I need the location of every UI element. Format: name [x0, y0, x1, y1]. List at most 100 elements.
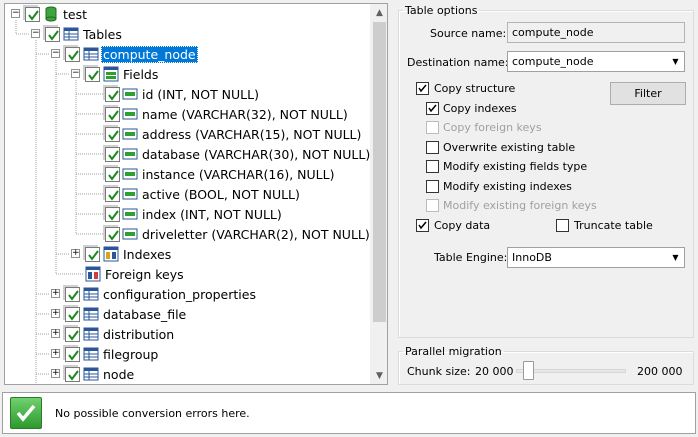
- collapse-icon[interactable]: −: [31, 29, 40, 38]
- table-icon: [83, 367, 99, 381]
- node-checkbox[interactable]: [45, 27, 60, 42]
- dropdown-arrow-icon[interactable]: ▼: [667, 248, 684, 267]
- fields-icon: [103, 66, 119, 82]
- field-icon: [122, 168, 138, 180]
- collapse-icon[interactable]: −: [11, 9, 20, 18]
- table-icon: [83, 347, 99, 361]
- modify-existing-fields-type-checkbox[interactable]: [426, 160, 439, 173]
- tree-node-label: index (INT, NOT NULL): [142, 207, 282, 222]
- tree-node-field[interactable]: instance (VARCHAR(16), NULL): [5, 164, 370, 184]
- modify-existing-foreign-keys-checkbox: [426, 199, 439, 212]
- node-checkbox[interactable]: [65, 347, 80, 362]
- tree-node-tables[interactable]: − Tables: [5, 24, 370, 44]
- tree-node-field[interactable]: database (VARCHAR(30), NOT NULL): [5, 144, 370, 164]
- expand-icon[interactable]: +: [51, 329, 60, 338]
- copy-data-label: Copy data: [434, 219, 491, 232]
- node-checkbox[interactable]: [105, 107, 120, 122]
- tree-node-field[interactable]: id (INT, NOT NULL): [5, 84, 370, 104]
- node-checkbox[interactable]: [105, 187, 120, 202]
- expand-icon[interactable]: +: [51, 369, 60, 378]
- tree-node-table[interactable]: + database_file: [5, 304, 370, 324]
- expand-icon[interactable]: +: [51, 309, 60, 318]
- table-engine-combo[interactable]: InnoDB ▼: [507, 247, 685, 268]
- chunk-size-slider-thumb[interactable]: [522, 361, 534, 380]
- tree-node-label: id (INT, NOT NULL): [142, 87, 259, 102]
- tree-node-field[interactable]: index (INT, NOT NULL): [5, 204, 370, 224]
- object-tree[interactable]: − test − Tables − compute_node − Fields …: [4, 3, 388, 385]
- node-checkbox[interactable]: [105, 227, 120, 242]
- tree-node-label: compute_node: [101, 46, 198, 63]
- copy-structure-label: Copy structure: [434, 82, 516, 95]
- chunk-size-max-label: 200 000: [637, 365, 683, 378]
- scrollbar-thumb[interactable]: [373, 22, 386, 322]
- tree-node-field[interactable]: active (BOOL, NOT NULL): [5, 184, 370, 204]
- tree-node-table[interactable]: + filegroup: [5, 344, 370, 364]
- copy-structure-checkbox[interactable]: [416, 82, 429, 95]
- tree-node-label: database_file: [103, 307, 187, 322]
- overwrite-existing-table-checkbox[interactable]: [426, 141, 439, 154]
- tree-scrollbar[interactable]: ▲ ▼: [370, 4, 387, 384]
- copy-indexes-checkbox[interactable]: [426, 102, 439, 115]
- copy-data-checkbox[interactable]: [416, 219, 429, 232]
- node-checkbox[interactable]: [65, 367, 80, 382]
- source-name-field[interactable]: compute_node: [507, 22, 685, 43]
- truncate-table-checkbox[interactable]: [556, 219, 569, 232]
- field-icon: [122, 148, 138, 160]
- collapse-icon[interactable]: −: [71, 69, 80, 78]
- tree-node-fields[interactable]: − Fields: [5, 64, 370, 84]
- tree-node-field[interactable]: name (VARCHAR(32), NOT NULL): [5, 104, 370, 124]
- tree-node-label: database (VARCHAR(30), NOT NULL): [142, 147, 370, 162]
- node-checkbox[interactable]: [105, 127, 120, 142]
- parallel-migration-legend: Parallel migration: [405, 345, 502, 358]
- dropdown-arrow-icon[interactable]: ▼: [667, 52, 684, 71]
- source-name-label: Source name:: [430, 27, 507, 40]
- node-checkbox[interactable]: [65, 47, 80, 62]
- modify-existing-fields-type-label: Modify existing fields type: [443, 160, 588, 173]
- chunk-size-min-label: 20 000: [475, 365, 514, 378]
- tree-node-table[interactable]: + node: [5, 364, 370, 384]
- foreign-keys-icon: [85, 266, 101, 282]
- overwrite-existing-table-label: Overwrite existing table: [443, 141, 576, 154]
- scroll-up-arrow-icon[interactable]: ▲: [371, 4, 387, 21]
- tree-node-indexes[interactable]: + Indexes: [5, 244, 370, 264]
- node-checkbox[interactable]: [65, 327, 80, 342]
- tree-node-table[interactable]: + distribution: [5, 324, 370, 344]
- node-checkbox[interactable]: [65, 287, 80, 302]
- copy-indexes-label: Copy indexes: [443, 102, 517, 115]
- table-icon: [83, 327, 99, 341]
- collapse-icon[interactable]: −: [51, 49, 60, 58]
- field-icon: [122, 208, 138, 220]
- expand-icon[interactable]: +: [51, 289, 60, 298]
- destination-name-combo[interactable]: compute_node ▼: [507, 51, 685, 72]
- tree-node-compute-node[interactable]: − compute_node: [5, 44, 370, 64]
- tree-node-table[interactable]: + configuration_properties: [5, 284, 370, 304]
- node-checkbox[interactable]: [85, 247, 100, 262]
- modify-existing-indexes-checkbox[interactable]: [426, 180, 439, 193]
- expand-icon[interactable]: +: [51, 349, 60, 358]
- tree-node-field[interactable]: driveletter (VARCHAR(2), NOT NULL): [5, 224, 370, 244]
- tree-node-label: Tables: [83, 27, 122, 42]
- node-checkbox[interactable]: [105, 147, 120, 162]
- scroll-down-arrow-icon[interactable]: ▼: [371, 367, 387, 384]
- filter-button[interactable]: Filter: [610, 82, 686, 105]
- node-checkbox[interactable]: [85, 67, 100, 82]
- tree-node-label: configuration_properties: [103, 287, 256, 302]
- tree-node-foreign-keys[interactable]: Foreign keys: [5, 264, 370, 284]
- table-engine-value: InnoDB: [512, 251, 552, 264]
- tree-node-test[interactable]: − test: [5, 4, 370, 24]
- expand-icon[interactable]: +: [71, 249, 80, 258]
- field-icon: [122, 108, 138, 120]
- tree-node-label: instance (VARCHAR(16), NULL): [142, 167, 335, 182]
- node-checkbox[interactable]: [105, 87, 120, 102]
- tree-node-label: test: [63, 7, 88, 22]
- tree-node-label: name (VARCHAR(32), NOT NULL): [142, 107, 348, 122]
- status-message: No possible conversion errors here.: [55, 407, 250, 420]
- destination-name-value: compute_node: [512, 55, 594, 68]
- tree-node-label: distribution: [103, 327, 175, 342]
- node-checkbox[interactable]: [105, 167, 120, 182]
- destination-name-label: Destination name:: [407, 56, 509, 69]
- tree-node-field[interactable]: address (VARCHAR(15), NOT NULL): [5, 124, 370, 144]
- node-checkbox[interactable]: [65, 307, 80, 322]
- node-checkbox[interactable]: [105, 207, 120, 222]
- node-checkbox[interactable]: [25, 7, 40, 22]
